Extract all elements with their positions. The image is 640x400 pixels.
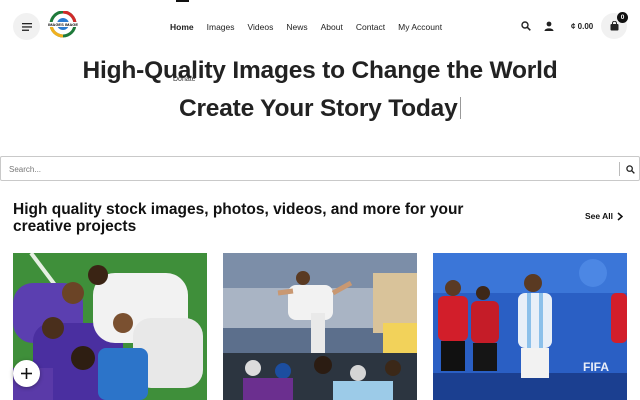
red-vs-white-blue-match-photo: FIFA <box>433 253 627 400</box>
account-button[interactable] <box>542 19 556 33</box>
section-title: High quality stock images, photos, video… <box>13 201 464 235</box>
nav-images[interactable]: Images <box>207 20 235 34</box>
site-logo[interactable]: IMAGES IMAGE <box>47 10 79 42</box>
nav-home[interactable]: Home <box>170 0 194 34</box>
cart-count-badge: 0 <box>617 12 628 23</box>
cart-total[interactable]: ¢ 0.00 <box>571 22 593 31</box>
menu-icon <box>21 22 32 31</box>
nav-news[interactable]: News <box>286 20 307 34</box>
header-search-button[interactable] <box>519 19 533 33</box>
main-nav: Home Images Videos News About Contact My… <box>170 0 455 34</box>
image-card-1[interactable] <box>13 253 207 400</box>
see-all-link[interactable]: See All <box>585 211 624 221</box>
search-icon <box>521 21 531 31</box>
typing-caret <box>459 97 462 119</box>
nav-videos[interactable]: Videos <box>248 20 274 34</box>
player-lifted-by-crowd-photo <box>223 253 417 400</box>
images-image-logo-icon: IMAGES IMAGE <box>48 10 78 38</box>
nav-contact[interactable]: Contact <box>356 20 385 34</box>
hero-headline: High-Quality Images to Change the World <box>82 57 558 84</box>
site-header: IMAGES IMAGE Home Images Videos News Abo… <box>0 0 640 54</box>
nav-my-account[interactable]: My Account <box>398 20 442 34</box>
hero-typewriter-line: Create Your Story Today <box>0 95 640 123</box>
cart-icon <box>610 21 618 31</box>
search-submit-button[interactable] <box>622 161 638 177</box>
floating-add-button[interactable] <box>13 360 40 387</box>
menu-button[interactable] <box>13 13 40 40</box>
nav-about[interactable]: About <box>321 20 343 34</box>
image-card-2[interactable] <box>223 253 417 400</box>
donate-link[interactable]: Donate <box>173 76 196 83</box>
hero-subheadline: Create Your Story Today <box>178 95 458 122</box>
image-card-3[interactable]: FIFA <box>433 253 627 400</box>
chevron-right-icon <box>617 211 624 221</box>
search-bar <box>0 156 640 181</box>
svg-text:IMAGES IMAGE: IMAGES IMAGE <box>48 22 78 27</box>
football-celebration-green-photo <box>13 253 207 400</box>
search-icon <box>625 164 635 174</box>
search-input[interactable] <box>9 161 609 177</box>
search-divider <box>619 162 620 176</box>
svg-text:FIFA: FIFA <box>583 360 609 374</box>
see-all-label: See All <box>585 211 614 221</box>
user-icon <box>544 21 554 31</box>
plus-icon <box>21 368 32 379</box>
